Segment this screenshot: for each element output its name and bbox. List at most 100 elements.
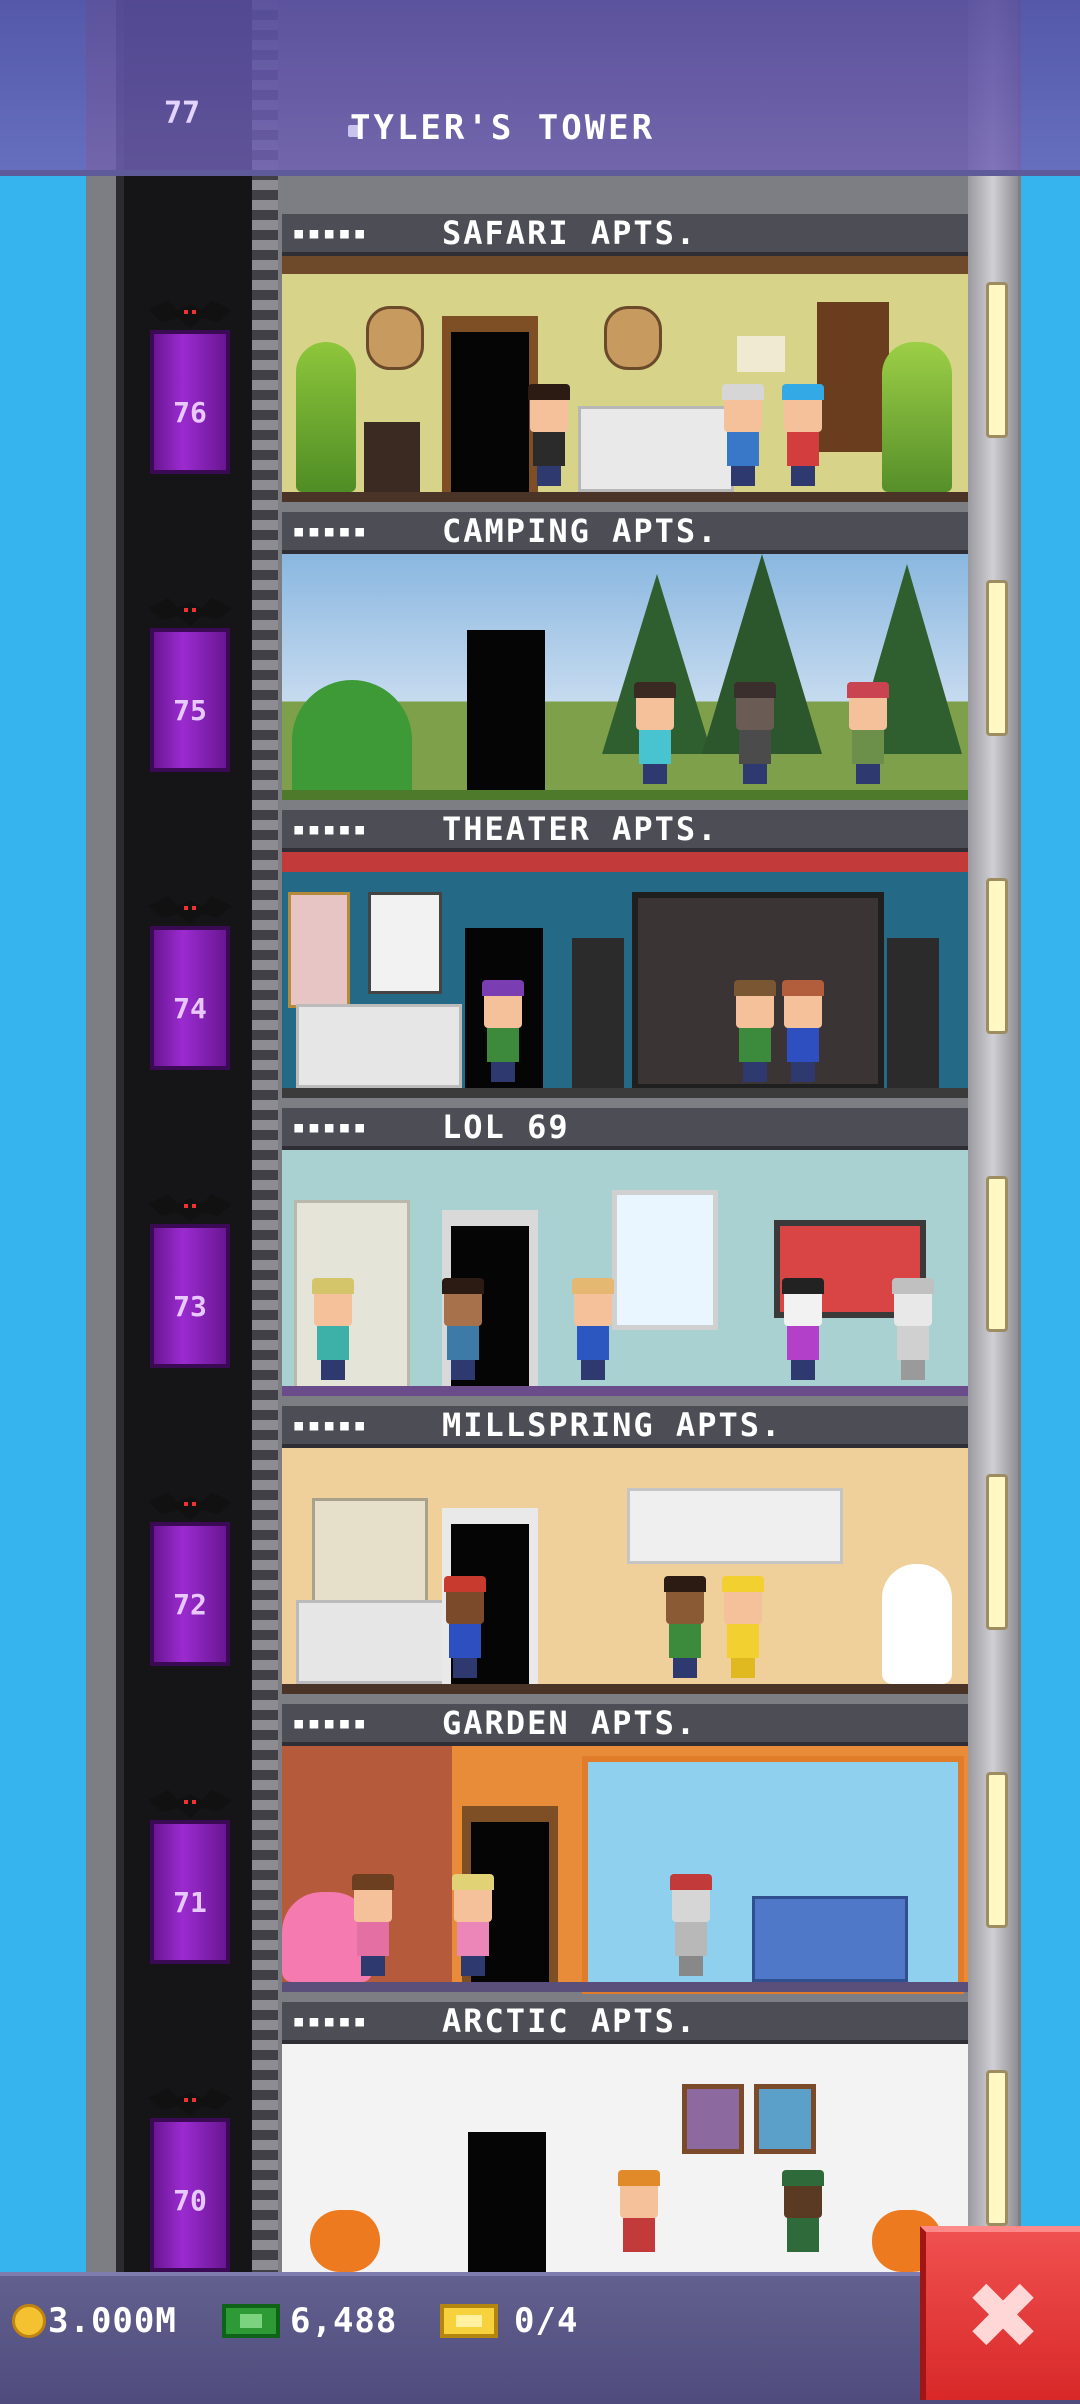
floor-garden[interactable]: ▪▪▪▪▪ GARDEN APTS.: [282, 1704, 968, 2002]
coins-value: 3.000M: [48, 2301, 177, 2341]
floor-theater[interactable]: ▪▪▪▪▪ THEATER APTS.: [282, 810, 968, 1108]
tenant[interactable]: [618, 2170, 660, 2272]
tenant[interactable]: [722, 384, 764, 486]
floor-header: ▪▪▪▪▪ CAMPING APTS.: [282, 512, 968, 554]
apartment-door[interactable]: [467, 630, 545, 790]
tenant[interactable]: [352, 1874, 394, 1976]
floor-base: [282, 790, 968, 800]
tenant[interactable]: [782, 2170, 824, 2272]
star-rating: ▪▪▪▪▪: [292, 1710, 369, 1736]
elevator-floor-number: 71: [173, 1886, 207, 1919]
elevator-car[interactable]: 76: [150, 330, 230, 474]
phone-table: [364, 422, 420, 492]
floor-header: ▪▪▪▪▪ THEATER APTS.: [282, 810, 968, 852]
tenant[interactable]: [734, 980, 776, 1082]
white-sofa: [296, 1600, 452, 1684]
poster: [288, 892, 350, 1008]
pillar-light: [986, 282, 1008, 438]
floor-base: [282, 492, 968, 502]
room-interior: [282, 1448, 968, 1694]
floor-name: ARCTIC APTS.: [442, 2002, 698, 2040]
elevator-car[interactable]: 70: [150, 2118, 230, 2272]
floor-lol-69[interactable]: ▪▪▪▪▪ LOL 69: [282, 1108, 968, 1406]
ceiling-trim: [282, 256, 968, 274]
pillar-light: [986, 1176, 1008, 1332]
picture-frame: [682, 2084, 744, 2154]
floor-base: [282, 1684, 968, 1694]
top-floor-number: 77: [164, 96, 201, 131]
room-interior: [282, 1150, 968, 1396]
tenant[interactable]: [782, 384, 824, 486]
bat-icon: [148, 1194, 232, 1224]
tenant[interactable]: [782, 980, 824, 1082]
speaker: [887, 938, 939, 1088]
star-rating: ▪▪▪▪▪: [292, 1412, 369, 1438]
tenant[interactable]: [670, 1874, 712, 1976]
elevator-floor-number: 76: [173, 396, 207, 429]
room-interior: [282, 256, 968, 502]
white-sofa: [296, 1004, 462, 1088]
floor-base: [282, 1386, 968, 1396]
elevator-car[interactable]: 75: [150, 628, 230, 772]
floor-name: LOL 69: [442, 1108, 570, 1146]
tenant[interactable]: [734, 682, 776, 784]
elevator-floor-number: 70: [173, 2184, 207, 2217]
floor-header: ▪▪▪▪▪ LOL 69: [282, 1108, 968, 1150]
tower-title[interactable]: TYLER'S TOWER: [350, 108, 655, 148]
floor-header: ▪▪▪▪▪ GARDEN APTS.: [282, 1704, 968, 1746]
shelf: [312, 1498, 428, 1614]
tenant[interactable]: [444, 1576, 486, 1678]
tenant[interactable]: [847, 682, 889, 784]
tenant[interactable]: [664, 1576, 706, 1678]
pillar-light: [986, 1474, 1008, 1630]
floor-name: SAFARI APTS.: [442, 214, 698, 252]
pumpkin: [310, 2210, 380, 2272]
tenant[interactable]: [312, 1278, 354, 1380]
tenant[interactable]: [452, 1874, 494, 1976]
floor-name: GARDEN APTS.: [442, 1704, 698, 1742]
floor-safari[interactable]: ▪▪▪▪▪ SAFARI APTS.: [282, 214, 968, 512]
plant-left: [296, 342, 356, 492]
elevator-car[interactable]: 71: [150, 1820, 230, 1964]
tenant[interactable]: [634, 682, 676, 784]
star-rating: ▪▪▪▪▪: [292, 518, 369, 544]
poster: [368, 892, 442, 994]
bux-stat[interactable]: 6,488: [222, 2298, 397, 2344]
pillar-light: [986, 2070, 1008, 2226]
close-button[interactable]: ✖: [920, 2226, 1080, 2400]
ceiling-trim: [282, 852, 968, 872]
floor-camping[interactable]: ▪▪▪▪▪ CAMPING APTS.: [282, 512, 968, 810]
star-rating: ▪▪▪▪▪: [292, 816, 369, 842]
snowman: [882, 1564, 952, 1684]
tenant[interactable]: [892, 1278, 934, 1380]
room-interior: [282, 852, 968, 1098]
elevator-car[interactable]: 72: [150, 1522, 230, 1666]
tenant[interactable]: [482, 980, 524, 1082]
elevator-floor-number: 74: [173, 992, 207, 1025]
apartment-door[interactable]: [451, 332, 529, 492]
star-rating: ▪▪▪▪▪: [292, 2008, 369, 2034]
tenant[interactable]: [442, 1278, 484, 1380]
elevator-floor-number: 75: [173, 694, 207, 727]
bux-value: 6,488: [290, 2301, 398, 2341]
elevator-floor-number: 72: [173, 1588, 207, 1621]
apartment-door[interactable]: [468, 2132, 546, 2272]
plant-right: [882, 342, 952, 492]
bat-icon: [148, 1790, 232, 1820]
elevator-car[interactable]: 74: [150, 926, 230, 1070]
tenant[interactable]: [528, 384, 570, 486]
tenant[interactable]: [782, 1278, 824, 1380]
coins-stat[interactable]: 3.000M: [12, 2298, 177, 2344]
floor-millspring[interactable]: ▪▪▪▪▪ MILLSPRING APTS.: [282, 1406, 968, 1704]
floor-arctic[interactable]: ▪▪▪▪▪ ARCTIC APTS.: [282, 2002, 968, 2272]
floor-header: ▪▪▪▪▪ ARCTIC APTS.: [282, 2002, 968, 2044]
bat-icon: [148, 896, 232, 926]
bat-icon: [148, 2088, 232, 2118]
bux-icon: [222, 2304, 280, 2338]
tickets-stat[interactable]: 0/4: [440, 2298, 578, 2344]
zebra-sofa: [578, 406, 734, 492]
star-rating: ▪▪▪▪▪: [292, 1114, 369, 1140]
tenant[interactable]: [572, 1278, 614, 1380]
tenant[interactable]: [722, 1576, 764, 1678]
elevator-car[interactable]: 73: [150, 1224, 230, 1368]
